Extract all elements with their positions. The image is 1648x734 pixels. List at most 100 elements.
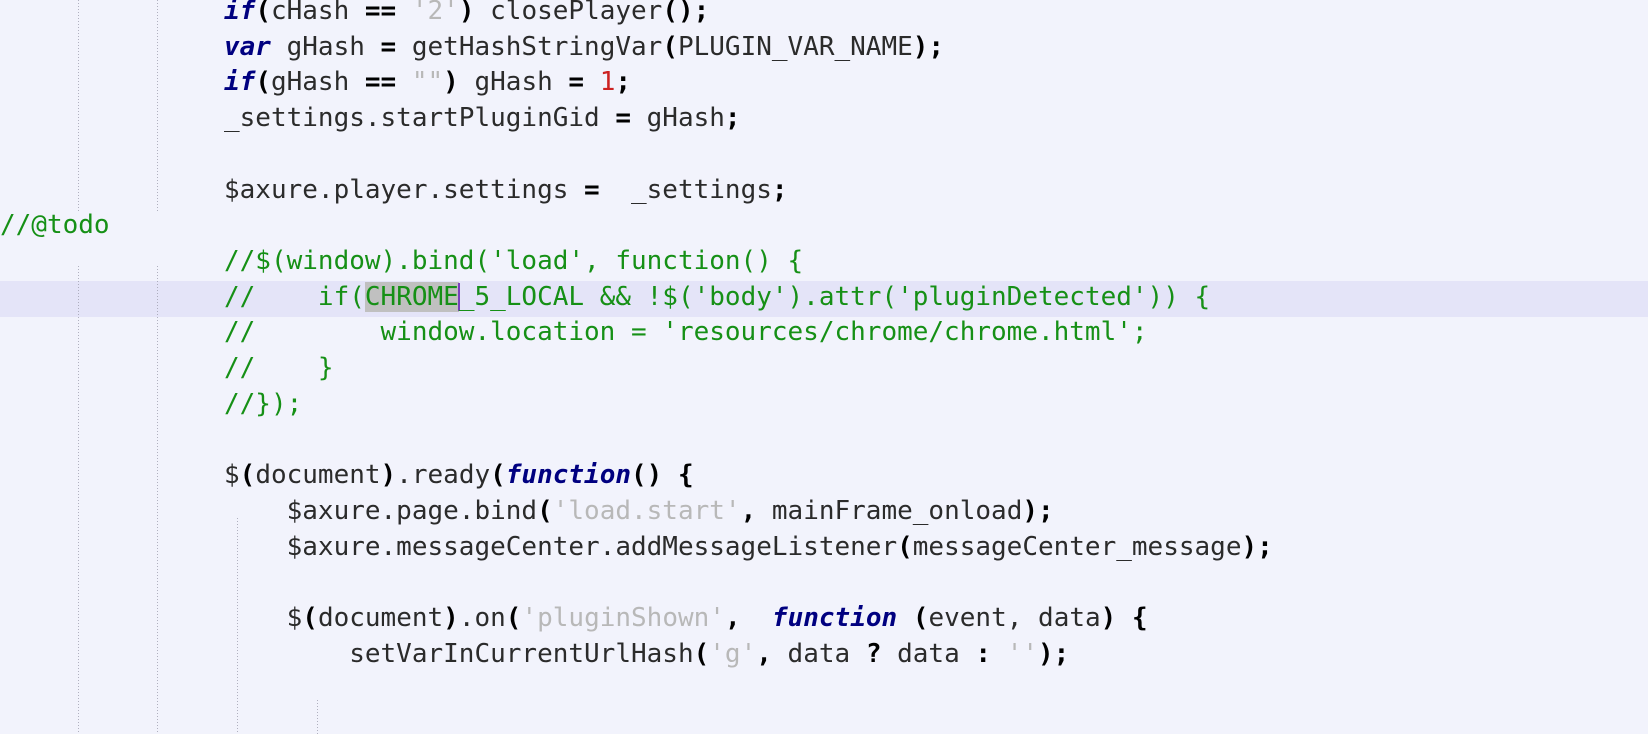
token-id: [662, 460, 678, 490]
token-pun: (: [537, 495, 553, 526]
token-num: 1: [599, 67, 616, 98]
token-pun: (: [255, 67, 271, 98]
token-kw: function: [771, 602, 898, 633]
token-str: 'load.start': [552, 495, 741, 526]
token-pun: (: [505, 602, 522, 633]
code-editor-viewport[interactable]: if(cHash == '2') closePlayer(); var gHash…: [0, 0, 1648, 734]
token-id: event, data: [928, 602, 1101, 633]
code-line-text: // window.location = 'resources/chrome/c…: [224, 315, 1148, 351]
token-pun: ,: [724, 602, 741, 633]
token-id: [897, 603, 913, 633]
code-line[interactable]: // }: [0, 351, 1648, 387]
token-pun: ;: [615, 67, 632, 98]
code-line-text: $(document).ready(function() {: [224, 458, 694, 494]
code-line[interactable]: if(cHash == '2') closePlayer();: [0, 0, 1648, 30]
token-pun: (: [302, 602, 318, 633]
token-pun: =: [380, 31, 397, 62]
code-line-text: setVarInCurrentUrlHash('g', data ? data …: [224, 637, 1069, 673]
todo-comment: //@todo: [0, 210, 110, 241]
code-line[interactable]: $(document).ready(function() {: [0, 458, 1648, 494]
token-id: $axure.player.settings: [224, 174, 585, 205]
code-line[interactable]: [0, 422, 1648, 458]
token-str: '2': [411, 0, 459, 26]
code-line[interactable]: $axure.player.settings = _settings;: [0, 173, 1648, 209]
code-line[interactable]: $(document).on('pluginShown', function (…: [0, 601, 1648, 637]
token-id: data: [881, 638, 976, 669]
token-id: $axure.messageCenter.addMessageListener: [224, 531, 898, 562]
token-pun: (): [631, 460, 663, 491]
token-id: data: [771, 638, 866, 669]
token-pun: );: [1038, 638, 1070, 669]
code-line-text: $axure.page.bind('load.start', mainFrame…: [224, 494, 1054, 530]
token-pun: (: [239, 460, 256, 491]
token-id: [991, 639, 1007, 669]
code-line-text: // if(CHROME_5_LOCAL && !$('body').attr(…: [224, 280, 1210, 316]
code-line[interactable]: var gHash = getHashStringVar(PLUGIN_VAR_…: [0, 30, 1648, 66]
token-id: $: [224, 602, 303, 633]
code-line[interactable]: setVarInCurrentUrlHash('g', data ? data …: [0, 637, 1648, 673]
token-pun: {: [677, 460, 694, 491]
token-pun: (: [912, 602, 929, 633]
token-id: .on: [458, 602, 506, 633]
code-line-text: $axure.player.settings = _settings;: [224, 173, 788, 209]
token-pun: ;: [771, 174, 788, 205]
token-id: gHash: [270, 31, 381, 62]
token-pun: );: [912, 31, 945, 62]
token-pun: );: [1241, 531, 1273, 562]
token-id: messageCenter_message: [912, 531, 1242, 562]
token-kw: if: [224, 0, 256, 26]
token-kw: var: [224, 31, 271, 62]
token-cmt: // }: [224, 353, 334, 383]
code-line[interactable]: // if(CHROME_5_LOCAL && !$('body').attr(…: [0, 280, 1648, 316]
token-id: gHash: [458, 67, 569, 98]
token-cmt: //});: [224, 388, 303, 419]
code-line-text: var gHash = getHashStringVar(PLUGIN_VAR_…: [224, 30, 944, 66]
code-line[interactable]: $axure.page.bind('load.start', mainFrame…: [0, 494, 1648, 530]
token-id: gHash: [270, 67, 365, 98]
token-id: $axure.page.bind: [224, 495, 538, 526]
token-pun: ==: [364, 67, 412, 98]
code-line[interactable]: $axure.messageCenter.addMessageListener(…: [0, 530, 1648, 566]
token-pun: ,: [756, 638, 772, 669]
token-pun: =: [584, 174, 600, 205]
code-line[interactable]: [0, 208, 1648, 244]
code-line[interactable]: [0, 137, 1648, 173]
token-id: closePlayer: [474, 0, 663, 26]
token-id: document: [317, 602, 444, 633]
token-pun: ==: [349, 0, 412, 26]
token-id: gHash: [631, 103, 725, 134]
token-id: $: [224, 460, 240, 491]
token-pun: ?: [865, 638, 882, 669]
token-pun: ): [380, 460, 397, 491]
token-pun: ;: [724, 103, 741, 134]
token-kw: function: [505, 460, 632, 491]
code-line-text: // }: [224, 351, 334, 387]
token-id: cHash: [270, 0, 350, 26]
code-line[interactable]: //});: [0, 387, 1648, 423]
token-id: .ready: [396, 460, 491, 491]
token-id: getHashStringVar: [396, 31, 663, 62]
token-cmt: //$(window).bind('load', function() {: [224, 245, 804, 276]
token-pun: (: [255, 0, 271, 26]
token-str: "": [411, 67, 444, 98]
token-kw: if: [224, 67, 256, 98]
token-pun: (: [897, 531, 913, 562]
code-line[interactable]: // window.location = 'resources/chrome/c…: [0, 315, 1648, 351]
code-line-text: _settings.startPluginGid = gHash;: [224, 101, 741, 137]
token-cmt: _5_LOCAL && !$('body').attr('pluginDetec…: [458, 281, 1211, 312]
token-pun: ();: [662, 0, 710, 26]
token-id: mainFrame_onload: [756, 495, 1023, 526]
code-line[interactable]: if(gHash == "") gHash = 1;: [0, 65, 1648, 101]
token-id: [741, 603, 772, 633]
code-line[interactable]: //@todo //$(window).bind('load', function…: [0, 210, 1648, 280]
indent-guide: [317, 700, 318, 734]
token-pun: (: [662, 31, 678, 62]
token-pun: =: [568, 67, 600, 98]
code-line[interactable]: _settings.startPluginGid = gHash;: [0, 101, 1648, 137]
token-pun: {: [1131, 602, 1148, 633]
token-cmt: // if(: [224, 281, 365, 312]
token-pun: );: [1022, 495, 1054, 526]
code-line[interactable]: [0, 565, 1648, 601]
token-str: 'pluginShown': [521, 602, 725, 633]
token-pun: ): [1100, 602, 1117, 633]
